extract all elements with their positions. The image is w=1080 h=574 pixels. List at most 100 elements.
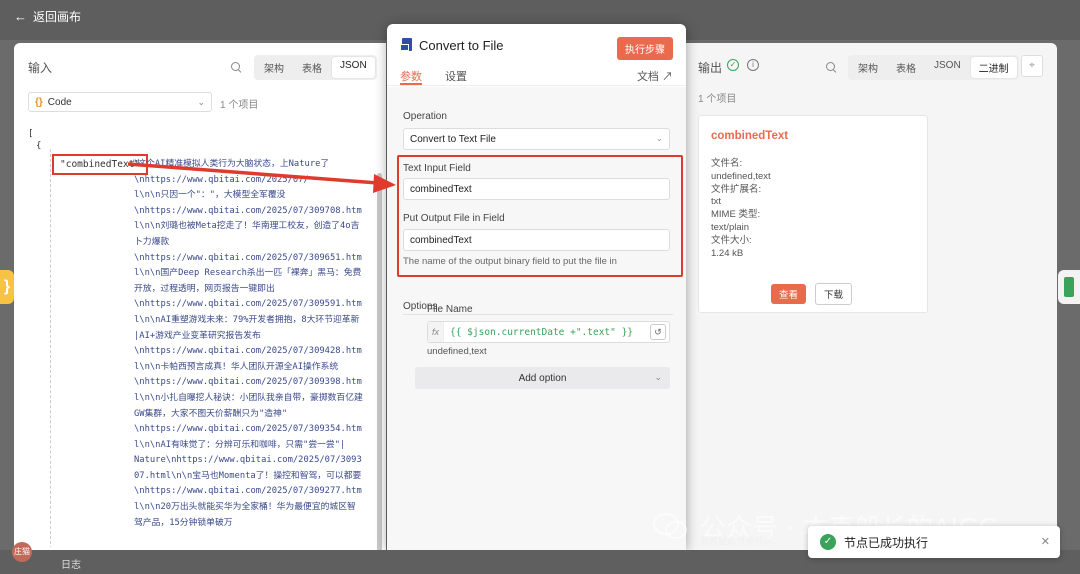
reset-icon[interactable]: ↺ (650, 324, 666, 340)
json-value-line: \nhttps://www.qbitai.com/2025/07/309277.… (134, 486, 362, 497)
json-value-line: \nhttps://www.qbitai.com/2025/07/309708.… (134, 205, 362, 216)
add-option-label: Add option (518, 372, 567, 384)
json-value-line: 卜力爆款 (134, 236, 170, 247)
output-tab-schema[interactable]: 架构 (850, 57, 886, 78)
execute-step-button[interactable]: 执行步骤 (617, 37, 673, 60)
search-icon[interactable] (230, 61, 242, 73)
meta-filename-value: undefined,text (711, 170, 771, 182)
output-field-hint: The name of the output binary field to p… (403, 256, 617, 267)
json-value-line: GW集群，大家不图天价薪酬只为"造神" (134, 408, 288, 419)
file-name-expression-input[interactable]: fx {{ $json.currentDate +".text" }} ↺ (427, 321, 670, 343)
json-value-line: l\n\nAI有味觉了：分辨可乐和咖啡，只需"尝一尝"| (134, 439, 346, 450)
input-title: 输入 (28, 61, 53, 75)
json-open-brace: { (36, 141, 42, 151)
json-value-line: l\n\n卡帕西预言成真！华人团队开源全AI操作系统 (134, 361, 339, 372)
json-value-line: |AI+游戏产业变革研究报告发布 (134, 330, 261, 341)
json-value-line: \nhttps://www.qbitai.com/2025/07/ (134, 174, 309, 185)
tab-parameters[interactable]: 参数 (400, 68, 422, 85)
operation-label: Operation (403, 111, 447, 122)
meta-mime-value: text/plain (711, 221, 750, 233)
output-search-icon[interactable] (825, 61, 837, 73)
json-open-bracket: [ (28, 129, 34, 139)
modal-header: Convert to File 执行步骤 参数 设置 文档 ↗ (387, 24, 686, 86)
json-value-line: 开放，过程透明，网页报告一键即出 (134, 283, 275, 294)
json-value-line: 07.html\n\n宝马也Momenta了！操控和智驾，可以都要 (134, 470, 362, 481)
sheet-node-edge-icon[interactable] (1058, 270, 1080, 304)
text-input-field[interactable]: combinedText (403, 178, 670, 200)
view-file-button[interactable]: 查看 (771, 284, 807, 304)
binary-file-card: combinedText 文件名: undefined,text 文件扩展名: … (698, 115, 928, 313)
json-value-line: l\n\n20万出头就能买华为全家桶！华为最便宜的城区智 (134, 502, 356, 513)
meta-ext-label: 文件扩展名: (711, 183, 762, 195)
modal-title: Convert to File (419, 38, 504, 53)
file-name-expression: {{ $json.currentDate +".text" }} (450, 326, 634, 338)
node-select[interactable]: {} Code ⌄ (28, 92, 212, 112)
json-value-line: \nhttps://www.qbitai.com/2025/07/309398.… (134, 377, 362, 388)
json-value-line: l\n\n只因一个"："，大模型全军覆没 (134, 190, 286, 201)
tab-docs-link[interactable]: 文档 ↗ (637, 68, 673, 84)
operation-value: Convert to Text File (410, 134, 496, 145)
output-field-input[interactable]: combinedText (403, 229, 670, 251)
input-panel-header: 输入 架构 表格 JSON (14, 43, 386, 89)
output-tab-json[interactable]: JSON (926, 57, 969, 78)
modal-body: Operation Convert to Text File ⌄ Text In… (387, 87, 686, 550)
check-circle-icon: ✓ (727, 59, 739, 71)
output-title: 输出 (698, 61, 723, 75)
toast-secondary: 我希望此节点可以... (700, 536, 780, 546)
json-value-line: 驾产品，15分钟锁单破万 (134, 517, 233, 528)
text-input-field-label: Text Input Field (403, 163, 471, 174)
file-name-label: File Name (427, 304, 473, 315)
code-node-edge-icon[interactable]: } (0, 270, 14, 304)
success-toast: ✓ 节点已成功执行 ✕ (808, 526, 1060, 558)
input-view-switcher: 架构 表格 JSON (254, 55, 377, 80)
info-icon[interactable]: i (747, 59, 759, 71)
output-view-switcher: 架构 表格 JSON 二进制 (848, 55, 1019, 80)
function-icon: fx (428, 322, 444, 342)
convert-file-icon (400, 38, 414, 52)
arrow-left-icon: ← (14, 9, 27, 24)
json-value-line: l\n\nAI重塑游戏未来：79%开发者拥抱，8大环节迎革新 (134, 314, 360, 325)
chevron-down-icon: ⌄ (197, 97, 205, 107)
view-tab-table[interactable]: 表格 (294, 57, 330, 78)
binary-meta: 文件名: undefined,text 文件扩展名: txt MIME 类型: … (711, 158, 771, 260)
output-panel: 输出 ✓ i 架构 表格 JSON 二进制 ⌖ 1 个项目 combinedTe… (686, 43, 1057, 553)
node-select-value: Code (47, 96, 72, 108)
json-value-line: Nature\nhttps://www.qbitai.com/2025/07/3… (134, 455, 362, 466)
json-value-line: \nhttps://www.qbitai.com/2025/07/309651.… (134, 252, 362, 263)
download-file-button[interactable]: 下载 (815, 283, 853, 305)
chevron-down-icon: ⌄ (655, 133, 663, 143)
meta-size-value: 1.24 kB (711, 247, 744, 259)
back-to-canvas-button[interactable]: ← 返回画布 (14, 8, 81, 25)
wechat-logo-icon (653, 513, 687, 539)
meta-size-label: 文件大小: (711, 234, 752, 246)
file-name-result: undefined,text (427, 346, 487, 357)
code-braces-icon: {} (35, 96, 43, 108)
avatar[interactable]: 庄猫 (12, 542, 32, 562)
check-circle-icon: ✓ (820, 534, 836, 550)
chevron-down-icon: ⌄ (654, 372, 662, 382)
meta-mime-label: MIME 类型: (711, 209, 761, 221)
json-value-line: l\n\n国产Deep Research杀出一匹「裸奔」黑马：免费 (134, 268, 362, 279)
binary-field-name: combinedText (711, 130, 789, 142)
log-label[interactable]: 日志 (61, 556, 81, 571)
output-item-count: 1 个项目 (698, 94, 737, 105)
pin-icon[interactable]: ⌖ (1021, 55, 1043, 77)
output-tab-table[interactable]: 表格 (888, 57, 924, 78)
json-indent-guide (50, 149, 51, 547)
json-value-line: l\n\n刘璐也被Meta挖走了！华南理工校友，创造了4o吉 (134, 221, 360, 232)
json-value-line: "这个AI精准模拟人类行为大脑状态，上Nature了 (132, 159, 330, 169)
output-tab-binary[interactable]: 二进制 (970, 57, 1017, 78)
toast-message: 节点已成功执行 (844, 535, 929, 550)
close-icon[interactable]: ✕ (1041, 535, 1050, 548)
json-scrollbar[interactable] (377, 173, 382, 563)
operation-select[interactable]: Convert to Text File ⌄ (403, 128, 670, 150)
meta-filename-label: 文件名: (711, 158, 743, 169)
input-panel: 输入 架构 表格 JSON {} Code ⌄ 1 个项目 [ { "combi… (14, 43, 386, 563)
output-field-value: combinedText (410, 235, 472, 246)
text-input-field-value: combinedText (410, 184, 472, 195)
tab-settings[interactable]: 设置 (445, 68, 467, 84)
view-tab-schema[interactable]: 架构 (256, 57, 292, 78)
back-label: 返回画布 (33, 10, 82, 24)
view-tab-json[interactable]: JSON (332, 57, 375, 78)
add-option-button[interactable]: Add option ⌄ (415, 367, 670, 389)
